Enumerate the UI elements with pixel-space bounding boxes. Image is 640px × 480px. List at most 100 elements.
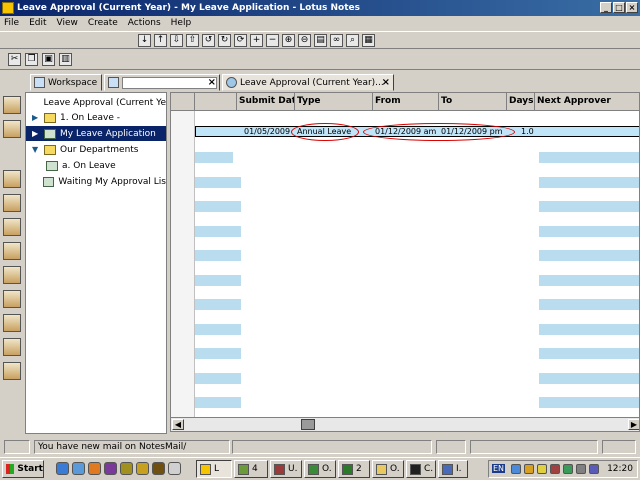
task-lotus-notes[interactable]: L <box>196 460 232 478</box>
network-bookmark-icon[interactable] <box>3 242 21 260</box>
signature-icon[interactable] <box>436 440 466 454</box>
paste-special-icon[interactable]: ▥ <box>59 53 72 66</box>
arrow-down-outline-icon[interactable]: ⇩ <box>170 34 183 47</box>
taskbar: Start L 4 U. O. 2 O. C. I. EN 12:20 <box>0 457 640 480</box>
column-header-next-approver[interactable]: Next Approver <box>535 93 639 111</box>
sync-tray-icon[interactable] <box>563 464 573 474</box>
location-selector[interactable] <box>470 440 598 454</box>
arrow-up-icon[interactable]: ↑ <box>154 34 167 47</box>
task-excel-group[interactable]: 2 <box>338 460 370 478</box>
tab-blank[interactable]: × <box>104 74 220 91</box>
annotation-ellipse-type <box>291 123 359 141</box>
previous-unread-icon[interactable]: ↻ <box>218 34 231 47</box>
status-indicator[interactable] <box>4 440 30 454</box>
nav-dept-on-leave[interactable]: a. On Leave <box>26 158 166 173</box>
close-button[interactable]: × <box>626 2 638 13</box>
lotus-notes-icon <box>200 463 211 475</box>
firefox-quicklaunch-icon[interactable] <box>88 462 101 475</box>
ie-quicklaunch-icon[interactable] <box>56 462 69 475</box>
databases-bookmark-icon[interactable] <box>3 120 21 138</box>
menu-edit[interactable]: Edit <box>29 18 46 28</box>
nav-waiting-approval[interactable]: Waiting My Approval Lis <box>26 174 166 189</box>
nav-root[interactable]: Leave Approval (Current Ye <box>26 95 166 110</box>
collapse-arrow-icon[interactable]: ▼ <box>32 145 40 154</box>
address-book-bookmark-icon[interactable] <box>3 338 21 356</box>
tab-close-icon[interactable]: × <box>382 77 390 88</box>
next-unread-icon[interactable]: ↺ <box>202 34 215 47</box>
arrow-down-icon[interactable]: ↓ <box>138 34 151 47</box>
binoculars-icon[interactable]: ∞ <box>330 34 343 47</box>
column-header-type[interactable]: Type <box>295 93 373 111</box>
system-tray: EN 12:20 <box>488 460 638 478</box>
nav-folder-on-leave[interactable]: ▶ 1. On Leave - <box>26 110 166 125</box>
refresh-icon[interactable]: ⟳ <box>234 34 247 47</box>
task-i[interactable]: I. <box>438 460 468 478</box>
menu-help[interactable]: Help <box>171 18 192 28</box>
nav-our-departments[interactable]: ▼ Our Departments <box>26 142 166 157</box>
language-indicator[interactable]: EN <box>492 464 506 473</box>
applications-bookmark-icon[interactable] <box>3 218 21 236</box>
calendar-bookmark-icon[interactable] <box>3 266 21 284</box>
replicator-bookmark-icon[interactable] <box>3 362 21 380</box>
window-tabs: Workspace × Leave Approval (Current Year… <box>0 72 640 92</box>
mail-bookmark-icon[interactable] <box>3 314 21 332</box>
scissors-icon[interactable]: ✂ <box>8 53 21 66</box>
column-header-to[interactable]: To <box>439 93 507 111</box>
menu-actions[interactable]: Actions <box>128 18 161 28</box>
column-header-submit-date[interactable]: Submit Date <box>237 93 295 111</box>
tab-leave-approval[interactable]: Leave Approval (Current Year)... × <box>222 74 394 91</box>
search-icon[interactable]: ⌕ <box>346 34 359 47</box>
column-header-from[interactable]: From <box>373 93 439 111</box>
menu-file[interactable]: File <box>4 18 19 28</box>
task-cmd[interactable]: C. <box>406 460 436 478</box>
task-u[interactable]: U. <box>270 460 302 478</box>
scroll-left-arrow-icon[interactable]: ◀ <box>172 419 184 430</box>
app-tray-icon[interactable] <box>550 464 560 474</box>
start-button[interactable]: Start <box>2 460 44 478</box>
shield-tray-icon[interactable] <box>524 464 534 474</box>
scroll-right-arrow-icon[interactable]: ▶ <box>628 419 639 430</box>
task-explorer[interactable]: O. <box>372 460 404 478</box>
favorites-bookmark-icon[interactable] <box>3 170 21 188</box>
title-bar[interactable]: Leave Approval (Current Year) - My Leave… <box>0 0 640 16</box>
properties-icon[interactable]: ▦ <box>362 34 375 47</box>
home-bookmark-icon[interactable] <box>3 96 21 114</box>
mail-status-icon[interactable] <box>602 440 636 454</box>
database-icon <box>226 77 237 88</box>
collapse-icon[interactable]: − <box>266 34 279 47</box>
desktop-quicklaunch-icon[interactable] <box>72 462 85 475</box>
expand-all-icon[interactable]: ⊕ <box>282 34 295 47</box>
volume-tray-icon[interactable] <box>576 464 586 474</box>
minimize-button[interactable]: _ <box>600 2 612 13</box>
selection-margin[interactable] <box>171 111 195 417</box>
expand-arrow-icon[interactable]: ▶ <box>32 113 40 122</box>
print-icon[interactable]: ▤ <box>314 34 327 47</box>
folder-bookmark-icon[interactable] <box>3 194 21 212</box>
app-quicklaunch-icon[interactable] <box>120 462 133 475</box>
collapse-all-icon[interactable]: ⊖ <box>298 34 311 47</box>
display-tray-icon[interactable] <box>589 464 599 474</box>
scroll-thumb[interactable] <box>301 419 315 430</box>
tab-workspace[interactable]: Workspace <box>30 74 102 91</box>
menu-create[interactable]: Create <box>88 18 118 28</box>
column-header-days[interactable]: Days <box>507 93 535 111</box>
paste-icon[interactable]: ▣ <box>42 53 55 66</box>
horizontal-scrollbar[interactable]: ◀ ▶ <box>171 417 639 431</box>
menu-view[interactable]: View <box>57 18 78 28</box>
clock[interactable]: 12:20 <box>607 464 633 474</box>
tab-close-icon[interactable]: × <box>208 77 216 88</box>
network-tray-icon[interactable] <box>511 464 521 474</box>
player-quicklaunch-icon[interactable] <box>104 462 117 475</box>
nav-my-leave-application[interactable]: ▶ My Leave Application <box>26 126 166 141</box>
app2-quicklaunch-icon[interactable] <box>136 462 149 475</box>
app3-quicklaunch-icon[interactable] <box>152 462 165 475</box>
alert-tray-icon[interactable] <box>537 464 547 474</box>
maximize-button[interactable]: □ <box>613 2 625 13</box>
app4-quicklaunch-icon[interactable] <box>168 462 181 475</box>
expand-icon[interactable]: + <box>250 34 263 47</box>
todo-bookmark-icon[interactable] <box>3 290 21 308</box>
copy-icon[interactable]: ❐ <box>25 53 38 66</box>
task-group-4[interactable]: 4 <box>234 460 268 478</box>
arrow-up-outline-icon[interactable]: ⇧ <box>186 34 199 47</box>
task-o[interactable]: O. <box>304 460 336 478</box>
